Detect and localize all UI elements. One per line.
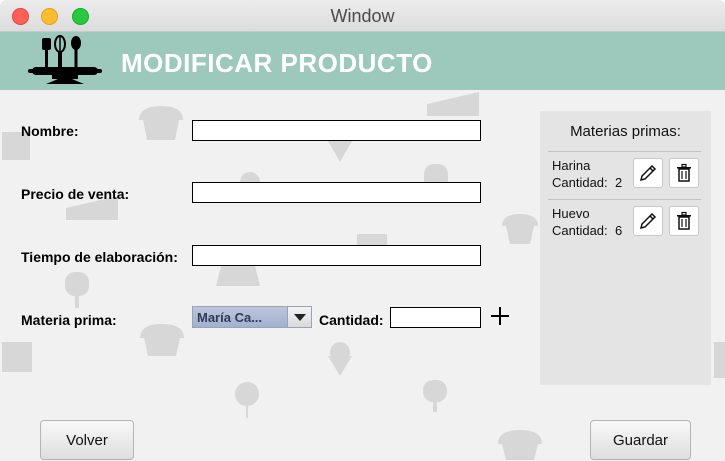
cake-slice-icon bbox=[427, 92, 479, 116]
item-name: Huevo bbox=[552, 206, 590, 221]
item-qty: 6 bbox=[615, 223, 623, 238]
header-banner: MODIFICAR PRODUCTO bbox=[0, 32, 725, 90]
tiempo-label: Tiempo de elaboración: bbox=[21, 249, 178, 265]
cantidad-input[interactable] bbox=[390, 307, 481, 328]
tiempo-input[interactable] bbox=[192, 245, 481, 266]
cupcake-icon bbox=[498, 430, 542, 460]
cupcake-icon bbox=[140, 324, 184, 356]
chocolate-bar-icon bbox=[2, 342, 32, 372]
popsicle-icon bbox=[65, 272, 89, 308]
save-button[interactable]: Guardar bbox=[590, 420, 691, 460]
cupcake-icon bbox=[139, 106, 183, 140]
chocolate-bar-icon bbox=[714, 342, 725, 378]
item-name: Harina bbox=[552, 158, 591, 173]
delete-item-button[interactable] bbox=[669, 158, 699, 188]
materia-prima-selected: María Ca... bbox=[193, 307, 287, 327]
add-materia-button[interactable] bbox=[488, 304, 512, 328]
plus-icon bbox=[491, 307, 509, 325]
edit-item-button[interactable] bbox=[633, 206, 663, 236]
title-bar: Window bbox=[0, 0, 725, 32]
window-title: Window bbox=[330, 6, 395, 26]
list-item: Harina Cantidad: 2 bbox=[540, 152, 711, 198]
trash-icon bbox=[677, 211, 691, 230]
precio-input[interactable] bbox=[192, 182, 481, 203]
back-button[interactable]: Volver bbox=[40, 420, 134, 460]
nombre-label: Nombre: bbox=[21, 123, 79, 139]
item-qty-label: Cantidad: bbox=[552, 175, 608, 190]
page-title: MODIFICAR PRODUCTO bbox=[121, 48, 433, 78]
materia-prima-label: Materia prima: bbox=[21, 312, 117, 328]
materias-primas-panel: Materias primas: Harina Cantidad: 2 Huev… bbox=[540, 111, 711, 385]
materia-prima-select[interactable]: María Ca... bbox=[192, 306, 312, 328]
trash-icon bbox=[677, 163, 691, 182]
panel-title: Materias primas: bbox=[570, 123, 681, 140]
lollipop-icon bbox=[235, 382, 259, 418]
popsicle-icon bbox=[423, 380, 447, 412]
app-window: Window MODIFICAR PRODUCTO Nombre: Precio… bbox=[0, 0, 725, 461]
pencil-icon bbox=[639, 164, 657, 182]
pencil-icon bbox=[639, 212, 657, 230]
kitchen-utensils-icon bbox=[28, 34, 102, 86]
precio-label: Precio de venta: bbox=[21, 186, 130, 202]
list-item: Huevo Cantidad: 6 bbox=[540, 200, 711, 246]
delete-item-button[interactable] bbox=[669, 206, 699, 236]
item-qty-label: Cantidad: bbox=[552, 223, 608, 238]
edit-item-button[interactable] bbox=[633, 158, 663, 188]
cupcake-icon bbox=[502, 214, 538, 244]
item-qty: 2 bbox=[615, 175, 623, 190]
ice-cream-icon bbox=[328, 342, 352, 376]
nombre-input[interactable] bbox=[192, 120, 481, 141]
chevron-down-icon[interactable] bbox=[287, 307, 311, 327]
cantidad-label: Cantidad: bbox=[319, 312, 384, 328]
